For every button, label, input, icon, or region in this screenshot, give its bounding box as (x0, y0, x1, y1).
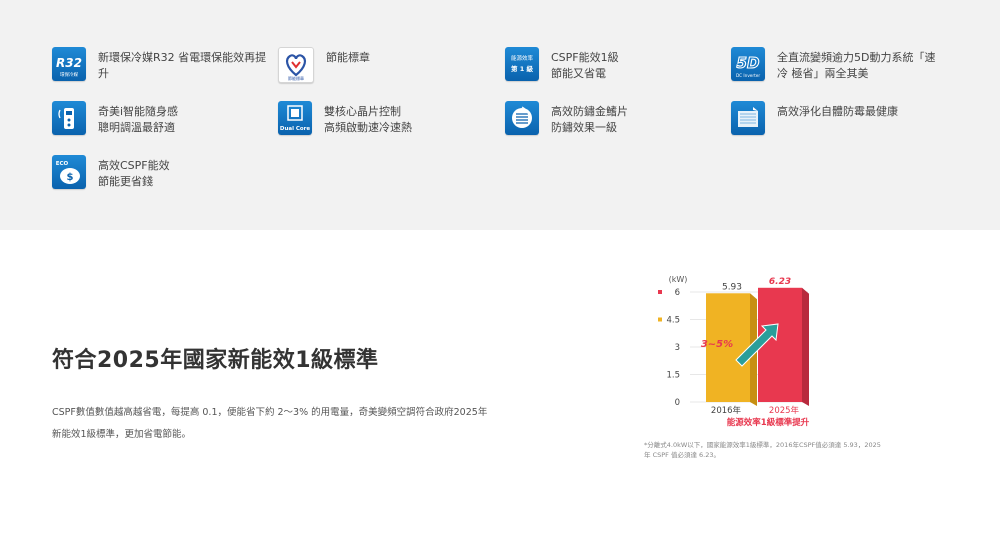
section-description: CSPF數值數值越高越省電，每提高 0.1，便能省下約 2～3% 的用電量，奇美… (52, 406, 488, 440)
feature-text: 新環保冷媒R32 省電環保能效再提 升 (98, 51, 267, 80)
r32-icon-subtext: 環保冷媒 (60, 71, 78, 78)
feature-eco-saving: ECO $ 高效CSPF能效 節能更省錢 (52, 155, 267, 190)
level1-icon-subtext: 第 1 級 (511, 64, 534, 73)
feature-text: 節能標章 (326, 51, 370, 64)
chart-footnote: *分離式4.0kW以下，國家能源效率1級標準，2016年CSPF值必須達 5.9… (644, 441, 881, 459)
feature-anticorrosion: 高效防鏽金鰭片 防鏽效果一級 (505, 101, 720, 136)
chart-value-label: 6.23 (769, 277, 791, 287)
feature-text: 高效淨化自體防霉最健康 (777, 105, 898, 118)
feature-text: 奇美i智能隨身感 聰明調溫最舒適 (98, 105, 179, 134)
feature-r32: R32 環保冷媒 新環保冷媒R32 省電環保能效再提 升 (52, 47, 267, 82)
y-tick-marker (658, 317, 662, 322)
eco-icon-text: ECO (56, 161, 69, 167)
5d-icon-text: 5D (737, 54, 760, 72)
y-tick-label: 3 (675, 343, 680, 353)
5d-icon-subtext: DC Inverter (736, 73, 760, 78)
x-tick-label: 2016年 (711, 405, 742, 416)
svg-text:$: $ (67, 172, 74, 183)
5d-inverter-icon: 5D DC Inverter (731, 47, 765, 81)
feature-text: 高效防鏽金鰭片 防鏽效果一級 (551, 105, 628, 134)
cspf-section: 符合2025年國家新能效1級標準 CSPF數值數值越高越省電，每提高 0.1，便… (0, 230, 1000, 538)
anticorrosion-fin-icon (505, 101, 539, 135)
chart-bar-1 (758, 287, 802, 402)
y-tick-label: 1.5 (666, 371, 680, 381)
chart-annotation: 3~5% (701, 339, 733, 350)
feature-text: CSPF能效1級 節能又省電 (551, 51, 619, 80)
level1-badge-icon: 能源效率第 1 級 (505, 47, 539, 81)
feature-dual-core: Dual Core 雙核心晶片控制 高頻啟動速冷速熱 (278, 101, 493, 136)
energy-label-icon-text: 節能標章 (288, 75, 304, 81)
y-tick-label: 4.5 (666, 316, 680, 326)
feature-energy-label: 節能標章 節能標章 (278, 47, 493, 83)
smart-remote-icon (52, 101, 86, 135)
section-headline: 符合2025年國家新能效1級標準 (52, 348, 379, 373)
chart-unit-label: (kW) (669, 275, 688, 284)
chart-xlabel: 能源效率1級標準提升 (727, 417, 810, 428)
eco-piggy-bank-icon: ECO $ (52, 155, 86, 189)
feature-text: 雙核心晶片控制 高頻啟動速冷速熱 (324, 105, 412, 134)
feature-self-clean: 高效淨化自體防霉最健康 (731, 101, 946, 135)
energy-label-icon: 節能標章 (278, 47, 314, 83)
self-clean-icon (731, 101, 765, 135)
feature-5d-inverter: 5D DC Inverter 全直流變頻逾力5D動力系統「速 冷 極省」兩全其美 (731, 47, 946, 82)
y-tick-marker (658, 290, 662, 294)
chart-bar-side (802, 287, 809, 406)
feature-smart-remote: 奇美i智能隨身感 聰明調溫最舒適 (52, 101, 267, 136)
r32-icon-text: R32 (56, 56, 82, 70)
feature-text: 全直流變頻逾力5D動力系統「速 冷 極省」兩全其美 (777, 51, 936, 80)
cspf-chart-svg: (kW) 0 1.5 3 4.5 6 5.93 2016年 6.23 2025年 3~5% 能源效率1… (658, 275, 810, 428)
r32-refrigerant-icon: R32 環保冷媒 (52, 47, 86, 81)
chart-value-label: 5.93 (722, 282, 742, 292)
dual-core-chip-icon: Dual Core (278, 101, 312, 135)
dual-core-icon-text: Dual Core (280, 126, 311, 132)
features-panel: R32 環保冷媒 新環保冷媒R32 省電環保能效再提 升節能標章 節能標章 能源效率第 … (0, 0, 1000, 230)
feature-cspf-level1: 能源效率第 1 級 CSPF能效1級 節能又省電 (505, 47, 720, 82)
level1-icon-text: 能源效率 (511, 54, 534, 62)
x-tick-label: 2025年 (769, 405, 800, 416)
feature-text: 高效CSPF能效 節能更省錢 (98, 159, 170, 188)
y-tick-label: 0 (675, 398, 680, 408)
y-tick-label: 6 (675, 288, 680, 298)
